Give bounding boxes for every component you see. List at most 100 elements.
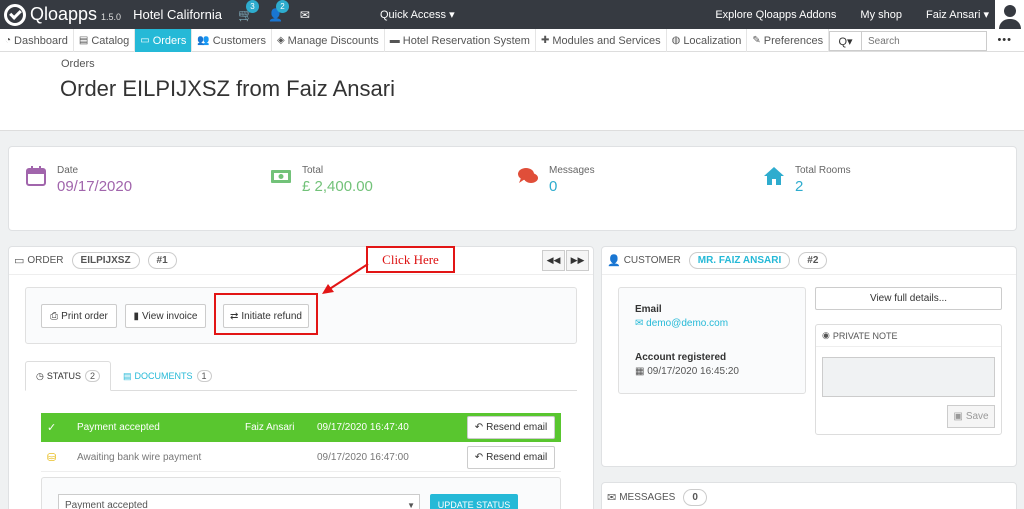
resend-email-button[interactable]: ↶ Resend email — [467, 416, 555, 439]
kpi-label: Date — [57, 165, 79, 176]
update-status-well: Payment accepted ▼ UPDATE STATUS — [41, 477, 561, 509]
comments-icon — [518, 168, 538, 183]
cart-icon[interactable]: 🛒 3 — [238, 0, 259, 22]
customers-badge: 2 — [275, 0, 289, 13]
order-panel-header: ▭ ORDER EILPIJXSZ #1 ◀◀ ▶▶ — [9, 247, 593, 275]
order-status-select[interactable]: Payment accepted ▼ — [58, 494, 420, 509]
history-date: 09/17/2020 16:47:40 — [317, 422, 409, 433]
previous-order-button[interactable]: ◀◀ — [542, 250, 565, 271]
nav-hotel-reservation-system[interactable]: ▬ Hotel Reservation System — [385, 29, 536, 52]
order-panel: ▭ ORDER EILPIJXSZ #1 ◀◀ ▶▶ ⎙ Print order … — [8, 246, 594, 509]
brand-name: Qloapps — [30, 4, 98, 24]
messages-panel-header: ✉ MESSAGES 0 — [602, 483, 1016, 509]
view-invoice-button[interactable]: ▮ View invoice — [125, 304, 206, 328]
nav-orders[interactable]: ▭ Orders — [135, 29, 193, 52]
registered-label: Account registered — [635, 352, 727, 363]
more-menu-icon[interactable]: ••• — [997, 34, 1012, 46]
email-label: Email — [635, 304, 662, 315]
kpi-panel: Date 09/17/2020 Total £ 2,400.00 Message… — [8, 146, 1017, 231]
tab-documents[interactable]: ▤ DOCUMENTS 1 — [113, 361, 222, 391]
print-icon: ⎙ — [50, 310, 59, 322]
version-label: 1.5.0 — [101, 12, 122, 22]
money-icon — [271, 170, 291, 183]
search-input[interactable] — [862, 31, 987, 51]
customer-number-badge: #2 — [798, 252, 828, 269]
cart-badge: 3 — [245, 0, 259, 13]
wrench-icon: ✎ — [752, 35, 761, 46]
page-header: Orders Order EILPIJXSZ from Faiz Ansari — [0, 52, 1024, 131]
caret-down-icon: ▼ — [407, 501, 415, 509]
view-full-details-button[interactable]: View full details... — [815, 287, 1002, 310]
kpi-value: 09/17/2020 — [57, 178, 133, 195]
refund-highlight-box — [214, 293, 318, 335]
registered-date: ▦ 09/17/2020 16:45:20 — [635, 366, 739, 377]
credit-card-icon: ▭ — [14, 255, 25, 267]
resend-email-button[interactable]: ↶ Resend email — [467, 446, 555, 469]
qloapps-logo[interactable]: Qloapps 1.5.0 — [4, 3, 122, 26]
user-menu[interactable]: Faiz Ansari ▾ — [926, 8, 989, 21]
private-note-box: ◉ PRIVATE NOTE ▣ Save — [815, 324, 1002, 435]
kpi-value: 0 — [549, 178, 558, 195]
envelope-icon: ✉ — [635, 318, 647, 329]
shop-name[interactable]: Hotel California — [133, 7, 222, 22]
nav-localization[interactable]: ◍ Localization — [667, 29, 748, 52]
envelope-icon[interactable]: ✉ — [298, 8, 312, 22]
dashboard-icon: ◔ — [5, 35, 12, 46]
logo-icon — [4, 3, 26, 26]
history-row: ⛁ Awaiting bank wire payment 09/17/2020 … — [41, 443, 561, 472]
page-title: Order EILPIJXSZ from Faiz Ansari — [60, 76, 395, 101]
file-text-icon: ▤ — [123, 370, 132, 381]
user-icon[interactable]: 👤 2 — [268, 0, 289, 22]
nav-modules-and-services[interactable]: ✚ Modules and Services — [536, 29, 667, 52]
puzzle-icon: ✚ — [540, 35, 550, 46]
next-order-button[interactable]: ▶▶ — [566, 250, 589, 271]
file-icon: ▮ — [133, 310, 140, 322]
messages-panel: ✉ MESSAGES 0 — [601, 482, 1017, 509]
customer-email-link[interactable]: ✉ demo@demo.com — [635, 318, 728, 329]
nav-manage-discounts[interactable]: ◈ Manage Discounts — [272, 29, 385, 52]
explore-addons-link[interactable]: Explore Qloapps Addons — [715, 9, 836, 21]
order-heading: ORDER — [27, 255, 64, 266]
eye-slash-icon: ◉ — [822, 330, 830, 340]
nav-catalog[interactable]: ▤ Catalog — [74, 29, 136, 52]
envelope-icon: ✉ — [607, 491, 617, 504]
nav-dashboard[interactable]: ◔ Dashboard — [0, 29, 74, 52]
messages-heading: MESSAGES — [619, 491, 676, 503]
coins-icon: ⛁ — [47, 452, 57, 464]
customer-info-box: Email ✉ demo@demo.com Account registered… — [618, 287, 806, 394]
customer-panel-header: 👤 CUSTOMER MR. FAIZ ANSARI #2 — [602, 247, 1016, 275]
customer-name-badge[interactable]: MR. FAIZ ANSARI — [688, 252, 791, 269]
kpi-label: Total — [302, 165, 324, 176]
customer-heading: CUSTOMER — [623, 255, 681, 266]
history-status: Payment accepted — [77, 422, 160, 433]
kpi-value: £ 2,400.00 — [302, 178, 373, 195]
print-order-button[interactable]: ⎙ Print order — [41, 304, 117, 328]
customer-panel: 👤 CUSTOMER MR. FAIZ ANSARI #2 Email ✉ de… — [601, 246, 1017, 467]
order-reference-badge: EILPIJXSZ — [71, 252, 140, 269]
tab-status[interactable]: ◷ STATUS 2 — [25, 361, 112, 391]
my-shop-link[interactable]: My shop — [860, 9, 902, 21]
private-note-textarea[interactable] — [822, 357, 995, 397]
nav-preferences[interactable]: ✎ Preferences — [747, 29, 830, 52]
callout-arrow-icon — [322, 263, 369, 294]
breadcrumb[interactable]: Orders — [61, 58, 95, 70]
kpi-value: 2 — [795, 178, 804, 195]
book-icon: ▤ — [78, 35, 89, 46]
search-type-button[interactable]: Q▾ — [829, 31, 862, 51]
check-icon: ✓ — [47, 422, 57, 434]
tag-icon: ◈ — [276, 35, 285, 46]
home-icon — [764, 167, 784, 185]
history-row: ✓ Payment accepted Faiz Ansari 09/17/202… — [41, 413, 561, 442]
avatar[interactable] — [995, 0, 1024, 29]
private-note-header: ◉ PRIVATE NOTE — [816, 325, 1001, 347]
users-icon: 👥 — [197, 35, 210, 46]
globe-icon: ◍ — [671, 35, 681, 46]
kpi-label: Total Rooms — [795, 165, 851, 176]
update-status-button[interactable]: UPDATE STATUS — [430, 494, 518, 509]
clock-icon: ◷ — [36, 370, 44, 381]
save-note-button[interactable]: ▣ Save — [947, 405, 995, 428]
user-icon: 👤 — [607, 255, 621, 267]
nav-customers[interactable]: 👥 Customers — [192, 29, 272, 52]
quick-access-dropdown[interactable]: Quick Access ▾ — [380, 8, 455, 21]
reply-icon: ↶ — [474, 422, 484, 433]
